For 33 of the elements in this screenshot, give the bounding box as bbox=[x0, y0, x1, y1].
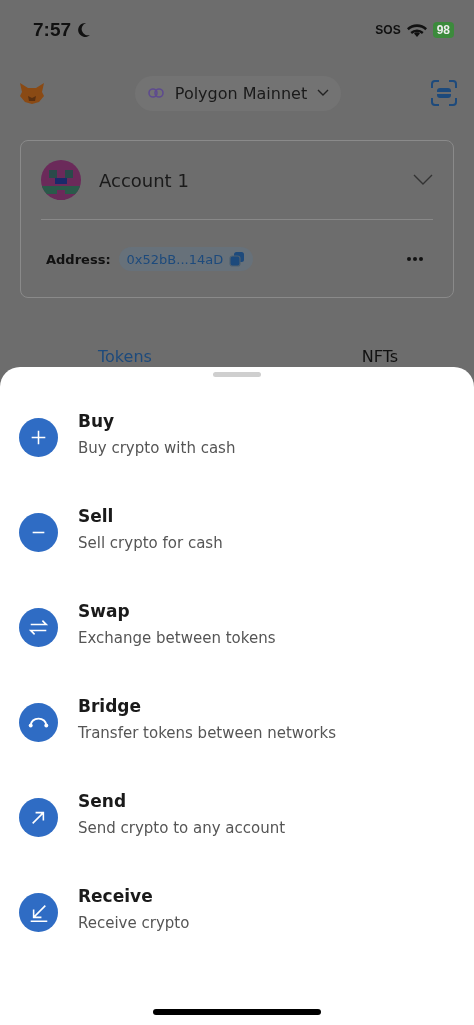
action-title[interactable]: Swap bbox=[78, 601, 276, 621]
action-description: Sell crypto for cash bbox=[78, 534, 223, 552]
action-description: Send crypto to any account bbox=[78, 819, 286, 837]
action-description: Transfer tokens between networks bbox=[78, 724, 336, 742]
action-title[interactable]: Bridge bbox=[78, 696, 336, 716]
network-selector[interactable]: Polygon Mainnet bbox=[134, 75, 342, 111]
moon-icon bbox=[77, 22, 92, 38]
account-avatar-icon[interactable] bbox=[41, 160, 81, 200]
action-title[interactable]: Sell bbox=[78, 506, 223, 526]
arrow-down-left-icon[interactable] bbox=[19, 893, 58, 932]
minus-icon[interactable] bbox=[19, 513, 58, 552]
action-title[interactable]: Buy bbox=[78, 411, 236, 431]
swap-arrows-icon[interactable] bbox=[19, 608, 58, 647]
action-description: Buy crypto with cash bbox=[78, 439, 236, 457]
chevron-down-icon[interactable] bbox=[413, 174, 433, 186]
more-icon[interactable] bbox=[407, 257, 423, 261]
copy-icon bbox=[229, 251, 246, 267]
rings-icon bbox=[146, 87, 165, 99]
action-description: Exchange between tokens bbox=[78, 629, 276, 647]
sheet-handle[interactable] bbox=[213, 372, 261, 377]
battery-level: 98 bbox=[432, 22, 454, 38]
plus-icon[interactable] bbox=[19, 418, 58, 457]
carrier-text: SOS bbox=[375, 23, 401, 37]
wifi-icon bbox=[406, 22, 427, 38]
status-time: 7:57 bbox=[33, 19, 72, 41]
action-description: Receive crypto bbox=[78, 914, 190, 932]
action-title[interactable]: Send bbox=[78, 791, 286, 811]
action-title[interactable]: Receive bbox=[78, 886, 190, 906]
bridge-icon[interactable] bbox=[19, 703, 58, 742]
chevron-down-icon bbox=[317, 89, 330, 97]
arrow-up-right-icon[interactable] bbox=[19, 798, 58, 837]
address-label: Address: bbox=[46, 251, 111, 267]
tab[interactable]: NFTs bbox=[286, 346, 474, 367]
